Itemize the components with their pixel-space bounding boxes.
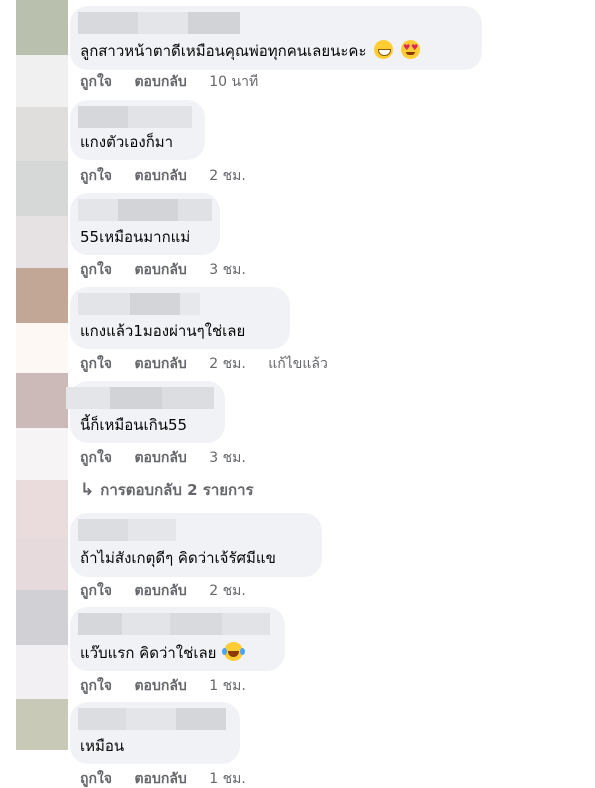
like-button[interactable]: ถูกใจ	[80, 450, 112, 466]
laughing-tears-emoji	[222, 642, 246, 661]
avatar[interactable]	[16, 55, 68, 107]
avatar[interactable]	[16, 373, 68, 428]
reply-button[interactable]: ตอบกลับ	[134, 262, 186, 278]
timestamp[interactable]: 1 ชม.	[209, 678, 246, 694]
avatar-column	[16, 0, 68, 750]
edited-label: แก้ไขแล้ว	[268, 356, 328, 372]
comment-text: ลูกสาวหน้าตาดีเหมือนคุณพ่อทุกคนเลยนะคะ	[80, 42, 367, 60]
reply-button[interactable]: ตอบกลับ	[134, 771, 186, 787]
avatar[interactable]	[16, 590, 68, 645]
avatar[interactable]	[16, 161, 68, 216]
like-button[interactable]: ถูกใจ	[80, 356, 112, 372]
avatar[interactable]	[16, 428, 68, 480]
avatar[interactable]	[16, 699, 68, 750]
avatar[interactable]	[16, 538, 68, 590]
timestamp[interactable]: 3 ชม.	[209, 262, 246, 278]
like-button[interactable]: ถูกใจ	[80, 74, 112, 90]
like-button[interactable]: ถูกใจ	[80, 168, 112, 184]
comment-text: แว๊บแรก คิดว่าใช่เลย	[80, 644, 217, 662]
view-replies-link[interactable]: ↳ การตอบกลับ 2 รายการ	[80, 478, 254, 502]
like-button[interactable]: ถูกใจ	[80, 678, 112, 694]
avatar[interactable]	[16, 107, 68, 161]
heart-eyes-emoji: ♥ ♥	[401, 40, 421, 59]
avatar[interactable]	[16, 480, 68, 538]
replies-count-label: การตอบกลับ 2 รายการ	[100, 481, 254, 499]
avatar[interactable]	[16, 0, 68, 55]
comment-text: เหมือน	[80, 737, 125, 755]
avatar[interactable]	[16, 268, 68, 323]
reply-arrow-icon: ↳	[80, 480, 95, 500]
like-button[interactable]: ถูกใจ	[80, 262, 112, 278]
reply-button[interactable]: ตอบกลับ	[134, 168, 186, 184]
comment-text: แกงแล้ว1มองผ่านๆใช่เลย	[80, 322, 246, 340]
comment-bubble: นี้ก็เหมือนเกิน55	[66, 381, 225, 443]
reply-button[interactable]: ตอบกลับ	[134, 583, 186, 599]
comment-text: นี้ก็เหมือนเกิน55	[80, 416, 188, 434]
comment-text: แกงตัวเองก็มา	[80, 133, 174, 151]
timestamp[interactable]: 10 นาที	[209, 74, 258, 90]
comment-bubble: แกงตัวเองก็มา	[70, 100, 205, 160]
avatar[interactable]	[16, 645, 68, 699]
reply-button[interactable]: ตอบกลับ	[134, 450, 186, 466]
timestamp[interactable]: 2 ชม.	[209, 356, 246, 372]
avatar[interactable]	[16, 323, 68, 373]
like-button[interactable]: ถูกใจ	[80, 583, 112, 599]
comment-text: 55เหมือนมากแม่	[80, 228, 191, 246]
comment-bubble: แว๊บแรก คิดว่าใช่เลย	[70, 607, 285, 671]
timestamp[interactable]: 1 ชม.	[209, 771, 246, 787]
comment-bubble: เหมือน	[70, 702, 240, 764]
timestamp[interactable]: 2 ชม.	[209, 168, 246, 184]
reply-button[interactable]: ตอบกลับ	[134, 356, 186, 372]
comment-bubble: 55เหมือนมากแม่	[70, 193, 220, 255]
reply-button[interactable]: ตอบกลับ	[134, 678, 186, 694]
comment-bubble: ถ้าไม่สังเกตุดีๆ คิดว่าเจ้รัศมีแข	[70, 513, 322, 577]
timestamp[interactable]: 2 ชม.	[209, 583, 246, 599]
comment-bubble: แกงแล้ว1มองผ่านๆใช่เลย	[70, 287, 290, 349]
reply-button[interactable]: ตอบกลับ	[134, 74, 186, 90]
grin-emoji	[374, 40, 394, 59]
avatar[interactable]	[16, 216, 68, 268]
timestamp[interactable]: 3 ชม.	[209, 450, 246, 466]
comment-text: ถ้าไม่สังเกตุดีๆ คิดว่าเจ้รัศมีแข	[80, 549, 276, 567]
like-button[interactable]: ถูกใจ	[80, 771, 112, 787]
comment-bubble: ลูกสาวหน้าตาดีเหมือนคุณพ่อทุกคนเลยนะคะ ♥…	[70, 6, 482, 70]
